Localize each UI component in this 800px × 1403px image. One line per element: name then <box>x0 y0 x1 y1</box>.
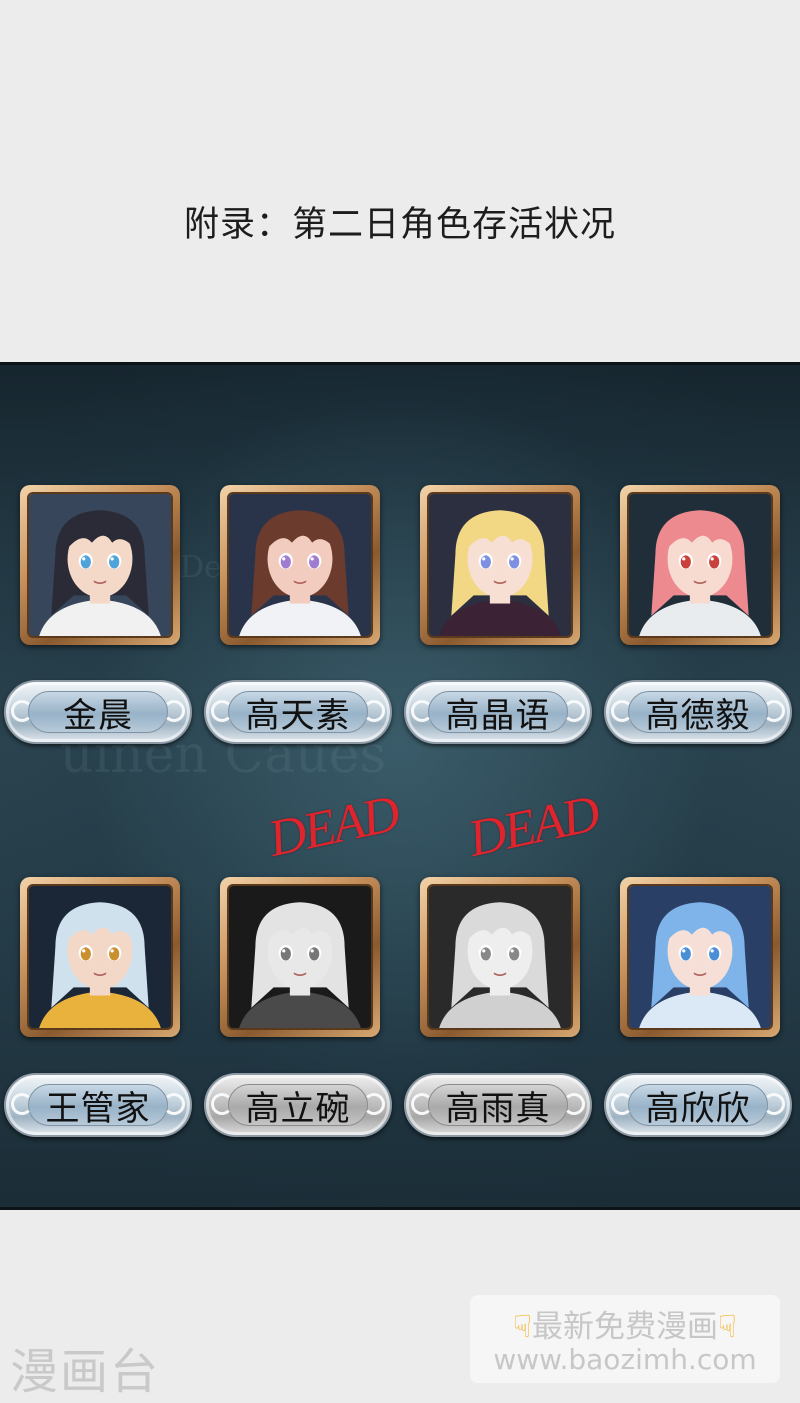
character-portrait <box>229 494 371 636</box>
character-card-gaotiansu[interactable] <box>220 485 380 645</box>
nameplate-gaodeyi[interactable]: 高德毅 <box>604 680 792 744</box>
character-card-gaojingyu[interactable] <box>420 485 580 645</box>
portrait-frame <box>27 884 173 1030</box>
character-name: 高立碗 <box>245 1088 351 1129</box>
pointing-down-hand-icon: ☟ <box>513 1309 532 1345</box>
nameplate-wangguanjia[interactable]: 王管家 <box>4 1073 192 1137</box>
watermark-text: 最新免费漫画 <box>532 1309 718 1345</box>
character-card-gaoyuzhen[interactable] <box>420 877 580 1037</box>
character-name: 高欣欣 <box>645 1088 751 1129</box>
nameplate-gaoliwan[interactable]: 高立碗 <box>204 1073 392 1137</box>
character-card-gaoliwan[interactable] <box>220 877 380 1037</box>
character-card-gaodeyi[interactable] <box>620 485 780 645</box>
nameplate-gaoxinxin[interactable]: 高欣欣 <box>604 1073 792 1137</box>
character-card-gaoxinxin[interactable] <box>620 877 780 1037</box>
title-area: 附录：第二日角色存活状况 <box>0 0 800 362</box>
character-portrait <box>229 886 371 1028</box>
dead-mark-gaoliwan: DEAD <box>263 785 404 868</box>
portrait-frame <box>227 884 373 1030</box>
character-name: 金晨 <box>63 695 133 736</box>
character-portrait <box>429 494 571 636</box>
page: 附录：第二日角色存活状况 De er i ss uinen Caues <box>0 0 800 1403</box>
character-portrait <box>29 886 171 1028</box>
portrait-frame <box>627 492 773 638</box>
character-name: 高晶语 <box>445 695 551 736</box>
character-name: 高雨真 <box>445 1088 551 1129</box>
character-portrait <box>629 494 771 636</box>
portrait-frame <box>627 884 773 1030</box>
character-card-wangguanjia[interactable] <box>20 877 180 1037</box>
dead-mark-gaoyuzhen: DEAD <box>463 785 604 868</box>
portrait-frame <box>227 492 373 638</box>
nameplate-gaojingyu[interactable]: 高晶语 <box>404 680 592 744</box>
site-logo: 漫画台 <box>10 1344 161 1400</box>
character-name: 高天素 <box>245 695 351 736</box>
portrait-frame <box>427 492 573 638</box>
nameplate-jinchen[interactable]: 金晨 <box>4 680 192 744</box>
character-portrait <box>429 886 571 1028</box>
nameplate-gaoyuzhen[interactable]: 高雨真 <box>404 1073 592 1137</box>
character-status-panel: De er i ss uinen Caues <box>0 362 800 1210</box>
character-portrait <box>29 494 171 636</box>
nameplate-gaotiansu[interactable]: 高天素 <box>204 680 392 744</box>
watermark-url[interactable]: www.baozimh.com <box>470 1343 780 1376</box>
portrait-frame <box>427 884 573 1030</box>
character-card-jinchen[interactable] <box>20 485 180 645</box>
character-name: 王管家 <box>45 1088 151 1129</box>
character-portrait <box>629 886 771 1028</box>
portrait-frame <box>27 492 173 638</box>
character-name: 高德毅 <box>645 695 751 736</box>
page-title: 附录：第二日角色存活状况 <box>183 205 616 245</box>
watermark[interactable]: ☟最新免费漫画☟ www.baozimh.com <box>470 1295 780 1383</box>
pointing-down-hand-icon: ☟ <box>718 1309 737 1345</box>
